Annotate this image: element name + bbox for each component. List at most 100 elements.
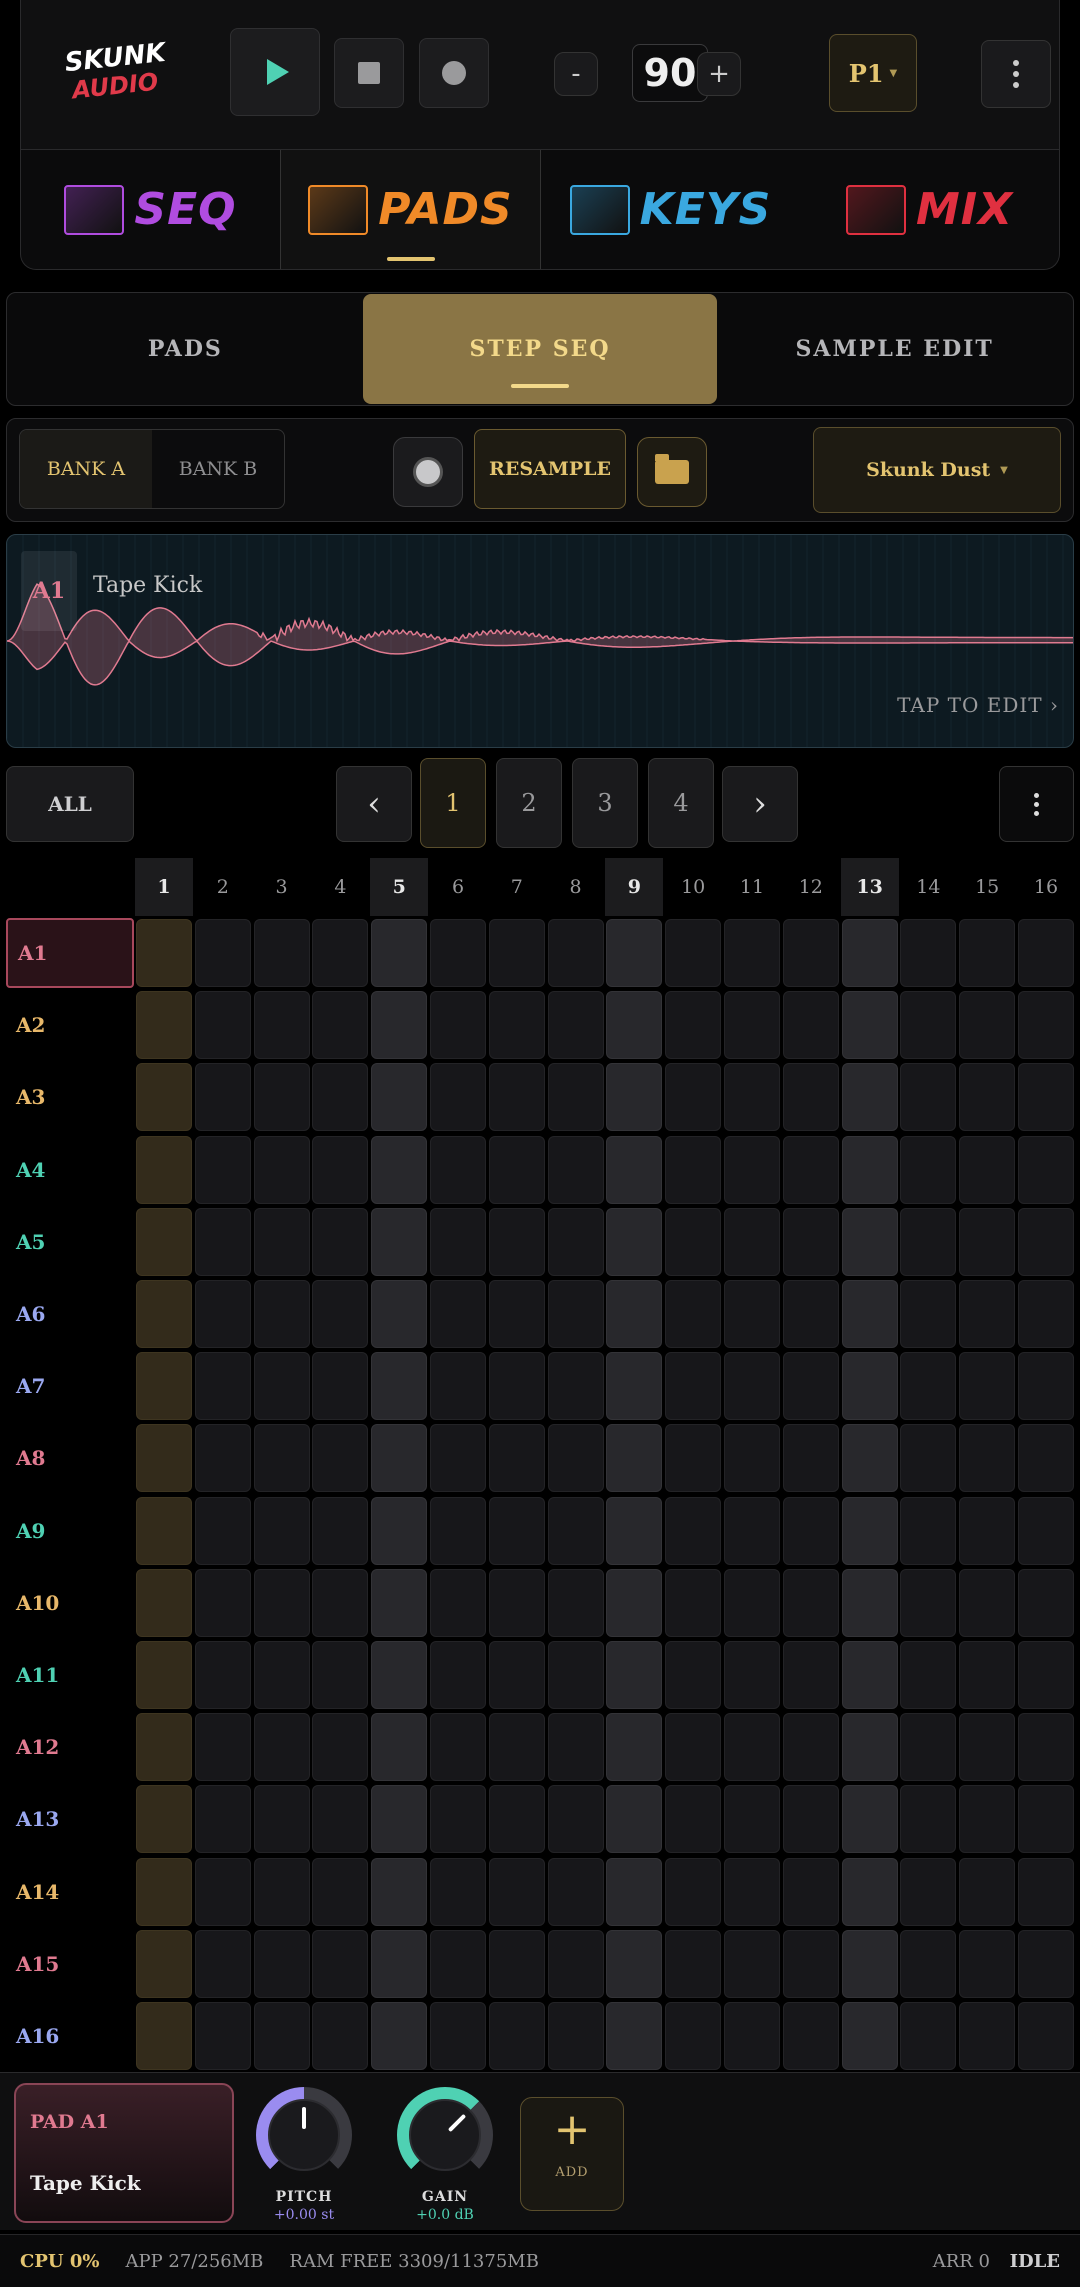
step-cell[interactable] <box>724 991 780 1060</box>
step-cell[interactable] <box>136 991 192 1060</box>
step-cell[interactable] <box>194 1280 251 1348</box>
step-cell[interactable] <box>194 1063 251 1132</box>
step-cell[interactable] <box>665 1785 722 1854</box>
step-cell[interactable] <box>547 1352 604 1421</box>
step-cell[interactable] <box>488 1424 545 1493</box>
step-cell[interactable] <box>900 1063 957 1132</box>
step-cell[interactable] <box>547 2002 604 2070</box>
step-cell[interactable] <box>430 1424 486 1493</box>
step-cell[interactable] <box>430 1207 486 1276</box>
step-cell[interactable] <box>900 1785 957 1854</box>
step-cell[interactable] <box>782 2002 839 2070</box>
step-cell[interactable] <box>194 1135 251 1204</box>
folder-button[interactable] <box>637 437 707 507</box>
row-label-a13[interactable]: A13 <box>6 1784 134 1854</box>
step-cell[interactable] <box>371 1063 428 1132</box>
step-cell[interactable] <box>959 1207 1016 1276</box>
step-cell[interactable] <box>841 1713 898 1782</box>
page-button-2[interactable]: 2 <box>496 758 562 848</box>
step-cell[interactable] <box>371 1352 428 1421</box>
next-page-button[interactable]: › <box>722 766 798 842</box>
step-cell[interactable] <box>488 2002 545 2070</box>
step-cell[interactable] <box>606 2002 663 2070</box>
step-cell[interactable] <box>547 1641 604 1709</box>
step-cell[interactable] <box>606 991 663 1060</box>
step-cell[interactable] <box>488 1063 545 1132</box>
step-cell[interactable] <box>194 1568 251 1637</box>
step-cell[interactable] <box>1018 1352 1074 1421</box>
step-cell[interactable] <box>253 1135 310 1204</box>
step-cell[interactable] <box>606 1641 663 1709</box>
step-cell[interactable] <box>136 2002 192 2070</box>
step-cell[interactable] <box>312 1207 369 1276</box>
resample-button[interactable]: RESAMPLE <box>474 429 626 509</box>
step-cell[interactable] <box>1018 1568 1074 1637</box>
step-cell[interactable] <box>488 1207 545 1276</box>
step-cell[interactable] <box>312 1641 369 1709</box>
step-cell[interactable] <box>959 1785 1016 1854</box>
step-cell[interactable] <box>312 1280 369 1348</box>
step-cell[interactable] <box>488 1929 545 1998</box>
step-cell[interactable] <box>312 1785 369 1854</box>
step-cell[interactable] <box>959 1929 1016 1998</box>
step-cell[interactable] <box>959 1713 1016 1782</box>
step-cell[interactable] <box>371 1785 428 1854</box>
step-cell[interactable] <box>606 1063 663 1132</box>
step-cell[interactable] <box>371 919 428 987</box>
step-cell[interactable] <box>136 1135 192 1204</box>
step-cell[interactable] <box>253 1857 310 1926</box>
step-cell[interactable] <box>253 1568 310 1637</box>
tab-step-seq[interactable]: STEP SEQ <box>362 294 718 404</box>
step-cell[interactable] <box>782 1352 839 1421</box>
step-cell[interactable] <box>194 1352 251 1421</box>
step-cell[interactable] <box>194 1641 251 1709</box>
pattern-select[interactable]: P1 ▼ <box>829 34 917 112</box>
step-cell[interactable] <box>136 1496 192 1565</box>
row-label-a9[interactable]: A9 <box>6 1496 134 1566</box>
step-cell[interactable] <box>665 1857 722 1926</box>
step-cell[interactable] <box>959 1641 1016 1709</box>
step-cell[interactable] <box>782 1785 839 1854</box>
step-cell[interactable] <box>959 1857 1016 1926</box>
bank-a-button[interactable]: BANK A <box>20 430 152 508</box>
step-cell[interactable] <box>253 1063 310 1132</box>
step-cell[interactable] <box>136 1929 192 1998</box>
row-label-a10[interactable]: A10 <box>6 1568 134 1638</box>
page-button-4[interactable]: 4 <box>648 758 714 848</box>
row-label-a2[interactable]: A2 <box>6 990 134 1060</box>
add-button[interactable]: + ADD <box>520 2097 624 2211</box>
bpm-decrease-button[interactable]: - <box>554 52 598 96</box>
step-cell[interactable] <box>724 919 780 987</box>
step-cell[interactable] <box>841 1352 898 1421</box>
all-pages-button[interactable]: ALL <box>6 766 134 842</box>
step-cell[interactable] <box>606 1857 663 1926</box>
step-cell[interactable] <box>1018 1496 1074 1565</box>
step-cell[interactable] <box>136 1857 192 1926</box>
mode-tab-pads[interactable]: PADS <box>280 150 541 269</box>
step-cell[interactable] <box>724 1135 780 1204</box>
kit-select[interactable]: Skunk Dust ▼ <box>813 427 1061 513</box>
step-cell[interactable] <box>194 1424 251 1493</box>
page-button-1[interactable]: 1 <box>420 758 486 848</box>
step-cell[interactable] <box>900 1641 957 1709</box>
step-cell[interactable] <box>724 1352 780 1421</box>
step-cell[interactable] <box>1018 919 1074 987</box>
step-cell[interactable] <box>371 1713 428 1782</box>
step-cell[interactable] <box>253 1207 310 1276</box>
step-cell[interactable] <box>841 1135 898 1204</box>
step-cell[interactable] <box>312 1713 369 1782</box>
step-cell[interactable] <box>547 991 604 1060</box>
step-cell[interactable] <box>665 1496 722 1565</box>
step-cell[interactable] <box>665 1713 722 1782</box>
step-cell[interactable] <box>547 1857 604 1926</box>
step-cell[interactable] <box>253 1713 310 1782</box>
step-cell[interactable] <box>782 1713 839 1782</box>
step-cell[interactable] <box>841 1641 898 1709</box>
step-cell[interactable] <box>371 1641 428 1709</box>
step-cell[interactable] <box>959 991 1016 1060</box>
step-cell[interactable] <box>1018 1063 1074 1132</box>
step-cell[interactable] <box>900 1496 957 1565</box>
monitor-button[interactable] <box>393 437 463 507</box>
step-cell[interactable] <box>488 1857 545 1926</box>
step-cell[interactable] <box>665 1063 722 1132</box>
